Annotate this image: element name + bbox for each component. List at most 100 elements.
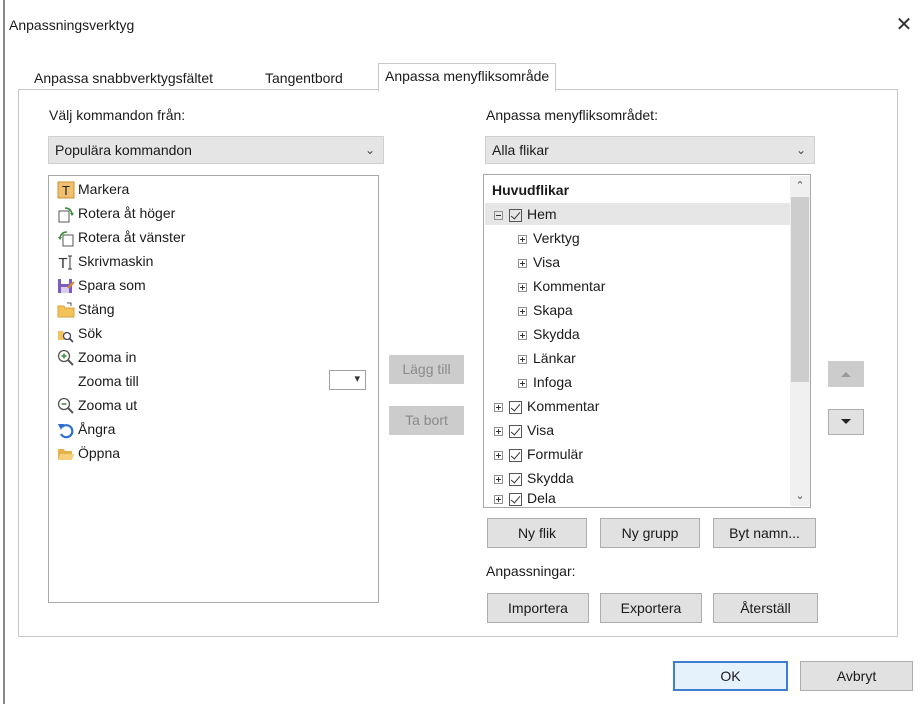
checkbox-icon[interactable] [509,448,522,462]
ribbon-tree[interactable]: Huvudflikar Hem Verktyg Visa Kommentar S… [483,174,811,508]
tab-quick-access-toolbar[interactable]: Anpassa snabbverktygsfältet [30,68,217,89]
ok-button[interactable]: OK [673,661,788,691]
tab-keyboard[interactable]: Tangentbord [261,68,347,89]
commands-source-value: Populära kommandon [55,142,192,158]
undo-icon [57,421,75,439]
tree-node[interactable]: Länkar [518,347,576,369]
blank-icon [57,373,75,391]
tree-node[interactable]: Visa [494,419,554,441]
expand-icon[interactable] [518,282,527,292]
tree-node-label: Kommentar [527,398,600,414]
list-item[interactable]: Ångra [57,418,115,440]
list-item[interactable]: Zooma till [57,370,139,392]
ribbon-label: Anpassa menyfliksområdet: [486,107,658,123]
tree-node[interactable]: Visa [518,251,560,273]
tree-node[interactable]: Kommentar [518,275,605,297]
tree-node[interactable]: Hem [494,203,557,225]
checkbox-icon[interactable] [509,208,522,222]
add-button[interactable]: Lägg till [389,355,464,384]
chevron-down-icon: ⌄ [795,143,806,157]
tree-node[interactable]: Infoga [518,371,572,393]
expand-icon[interactable] [494,402,503,412]
tree-node-label: Verktyg [533,230,580,246]
tree-node[interactable]: Skapa [518,299,573,321]
tree-node[interactable]: Skydda [518,323,580,345]
expand-icon[interactable] [518,330,527,340]
list-item-label: Rotera åt höger [78,205,176,221]
chevron-down-icon: ⌄ [364,143,375,157]
commands-source-label: Välj kommandon från: [49,107,186,123]
tree-node-label: Skydda [527,470,574,486]
new-tab-button[interactable]: Ny flik [487,518,587,548]
expand-icon[interactable] [494,494,503,504]
commands-list[interactable]: T Markera Rotera åt höger Rotera åt väns… [48,175,379,603]
tree-node[interactable]: Dela [494,488,556,510]
window-border [3,0,5,704]
move-down-button[interactable] [828,409,864,435]
triangle-down-icon [841,419,851,424]
list-item-label: Zooma till [78,373,139,389]
new-group-button[interactable]: Ny grupp [600,518,700,548]
zoom-to-dropdown[interactable] [329,370,366,390]
scroll-down-icon[interactable]: ⌄ [790,489,810,505]
triangle-up-icon [841,372,851,377]
list-item-label: Zooma ut [78,397,138,413]
rename-button[interactable]: Byt namn... [713,518,816,548]
list-item[interactable]: Zooma in [57,346,136,368]
list-item[interactable]: T Skrivmaskin [57,250,153,272]
cancel-button[interactable]: Avbryt [800,661,913,691]
list-item[interactable]: Stäng [57,298,115,320]
close-icon[interactable]: ✕ [893,14,915,36]
expand-icon[interactable] [494,426,503,436]
tree-node-label: Skapa [533,302,573,318]
reset-button[interactable]: Återställ [713,593,818,623]
tree-node[interactable]: Verktyg [518,227,580,249]
svg-text:T: T [62,183,70,198]
list-item[interactable]: Zooma ut [57,394,137,416]
checkbox-icon[interactable] [509,492,522,506]
import-button[interactable]: Importera [487,593,589,623]
expand-icon[interactable] [494,474,503,484]
commands-source-combo[interactable]: Populära kommandon ⌄ [48,136,384,164]
list-item-label: Sök [78,325,103,341]
list-item[interactable]: Spara som [57,274,146,296]
tree-node[interactable]: Formulär [494,443,583,465]
ribbon-tabs-value: Alla flikar [492,142,549,158]
expand-icon[interactable] [494,450,503,460]
svg-text:T: T [58,255,67,271]
tree-node[interactable]: Kommentar [494,395,599,417]
list-item[interactable]: Öppna [57,442,120,464]
expand-icon[interactable] [518,258,527,268]
list-item[interactable]: Rotera åt höger [57,202,175,224]
zoom-in-icon [57,349,75,367]
expand-icon[interactable] [518,378,527,388]
scrollbar-thumb[interactable] [791,197,809,382]
list-item[interactable]: Sök [57,322,102,344]
list-item[interactable]: Rotera åt vänster [57,226,185,248]
tree-node-label: Visa [527,422,554,438]
scroll-up-icon[interactable]: ⌃ [790,179,810,195]
tree-header: Huvudflikar [492,182,570,198]
list-item-label: Markera [78,181,130,197]
move-up-button[interactable] [828,361,864,387]
expand-icon[interactable] [518,306,527,316]
expand-icon[interactable] [518,354,527,364]
list-item[interactable]: T Markera [57,178,129,200]
remove-button[interactable]: Ta bort [389,406,464,435]
customizations-label: Anpassningar: [486,563,576,579]
tab-customize-ribbon[interactable]: Anpassa menyfliksområde [378,63,557,92]
export-button[interactable]: Exportera [600,593,702,623]
tree-node[interactable]: Skydda [494,467,574,489]
collapse-icon[interactable] [494,210,503,220]
list-item-label: Ångra [78,421,116,437]
checkbox-icon[interactable] [509,424,522,438]
ribbon-tabs-combo[interactable]: Alla flikar ⌄ [485,136,815,164]
checkbox-icon[interactable] [509,400,522,414]
checkbox-icon[interactable] [509,472,522,486]
tree-node-label: Hem [527,206,557,222]
rotate-left-icon [57,229,75,247]
expand-icon[interactable] [518,234,527,244]
list-item-label: Zooma in [78,349,137,365]
list-item-label: Rotera åt vänster [78,229,186,245]
list-item-label: Öppna [78,445,121,461]
